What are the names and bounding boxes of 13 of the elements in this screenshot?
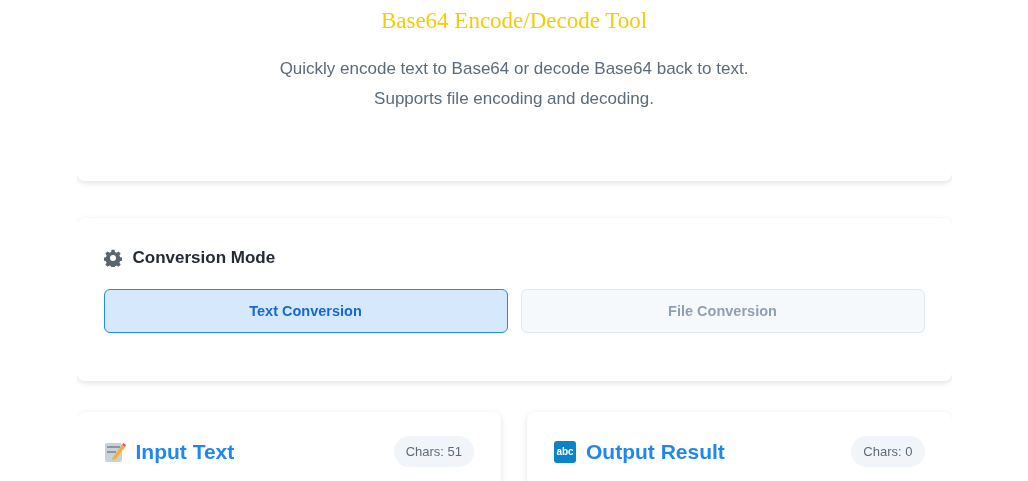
notepad-icon: [103, 440, 126, 463]
panel-title: Input Text: [135, 439, 236, 464]
mode-tab[interactable]: Text Conversion: [103, 289, 508, 333]
char-count: Chars: 0: [851, 436, 925, 467]
section-title: Conversion Mode: [132, 248, 276, 268]
mode-tab[interactable]: File Conversion: [520, 289, 925, 333]
page-title: Base64 Encode/Decode Tool: [379, 8, 649, 34]
description-text: Supports file encoding and decoding.: [373, 88, 655, 110]
abc-icon: abc: [554, 440, 576, 463]
description-text: Quickly encode text to Base64 or decode Base64 back to text.: [278, 58, 750, 80]
char-count: Chars: 51: [393, 436, 474, 467]
panel-title: Output Result: [586, 439, 726, 464]
settings-icon: [103, 249, 122, 267]
